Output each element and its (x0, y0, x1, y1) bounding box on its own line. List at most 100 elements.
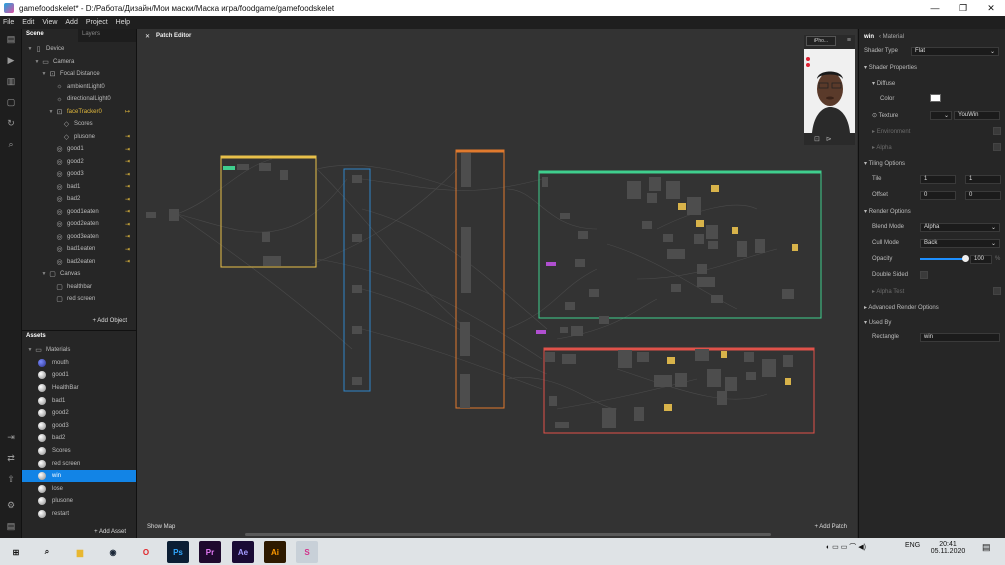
patch-link-icon[interactable]: ⇥ (125, 196, 130, 203)
patch-node[interactable] (560, 327, 568, 333)
send-to-device-icon[interactable]: ⇄ (0, 448, 22, 469)
patch-node[interactable] (536, 330, 546, 334)
scene-tree-item[interactable]: ◎ good3 ⇥ (22, 168, 136, 181)
patch-node[interactable] (755, 239, 765, 253)
patch-node[interactable] (711, 185, 719, 192)
language-indicator[interactable]: ENG (905, 542, 920, 549)
environment-checkbox[interactable] (993, 127, 1001, 135)
patch-node[interactable] (746, 372, 756, 380)
patch-editor[interactable]: ✕ Patch Editor Show Map + Add Patch (137, 29, 857, 538)
scene-tree-item[interactable]: ▼ ▢ Canvas (22, 268, 136, 281)
patch-node[interactable] (549, 396, 557, 406)
scene-tree-item[interactable]: ◎ good3eaten ⇥ (22, 231, 136, 244)
patch-node[interactable] (546, 262, 556, 266)
patch-node[interactable] (461, 227, 471, 261)
scene-tree-item[interactable]: ▢ healthbar (22, 281, 136, 294)
patch-node[interactable] (542, 177, 548, 187)
patch-graph[interactable] (137, 29, 857, 538)
render-options-section[interactable]: ▾ Render Options (864, 208, 911, 215)
menu-icon[interactable]: ≡ (847, 37, 851, 44)
panel-toggle-icon[interactable]: ▤ (0, 516, 22, 537)
opera-icon[interactable]: O (135, 541, 157, 563)
patch-node[interactable] (571, 326, 583, 336)
scene-tree-item[interactable]: ◎ bad2eaten ⇥ (22, 256, 136, 269)
chevron-down-icon[interactable]: ▼ (33, 59, 41, 65)
asset-item[interactable]: plusone (22, 495, 136, 508)
patch-node[interactable] (711, 295, 723, 303)
search-icon[interactable]: ⌕ (36, 541, 58, 563)
patch-node[interactable] (664, 404, 672, 411)
scene-tree-item[interactable]: ▼ ▯ Device (22, 43, 136, 56)
add-asset-button[interactable]: + Add Asset (94, 529, 126, 535)
texture-select[interactable]: YouWin (954, 110, 1000, 120)
patch-node[interactable] (694, 234, 704, 244)
patch-node[interactable] (792, 244, 798, 251)
add-object-button[interactable]: + Add Object (22, 314, 137, 328)
scene-tree-item[interactable]: ◎ bad2 ⇥ (22, 193, 136, 206)
show-map-button[interactable]: Show Map (147, 524, 175, 530)
patch-node[interactable] (545, 352, 555, 362)
patch-node[interactable] (263, 256, 281, 266)
tab-layers[interactable]: Layers (78, 29, 104, 42)
patch-node[interactable] (744, 352, 754, 362)
alpha-test-section[interactable]: ▸ Alpha Test (872, 288, 904, 295)
patch-node[interactable] (725, 377, 737, 391)
scene-tree-item[interactable]: ▼ ⊡ faceTracker0 ↦ (22, 106, 136, 119)
horizontal-scrollbar[interactable] (245, 533, 771, 536)
patch-node[interactable] (678, 203, 686, 210)
patch-link-icon[interactable]: ⇥ (125, 258, 130, 265)
scene-tree-item[interactable]: ◇ Scores (22, 118, 136, 131)
spark-ar-icon[interactable]: S (296, 541, 318, 563)
shader-type-select[interactable]: Flat ⌄ (911, 46, 999, 56)
menu-add[interactable]: Add (65, 19, 77, 26)
patch-link-icon[interactable]: ⇥ (125, 171, 130, 178)
patch-node[interactable] (783, 355, 793, 367)
device-select[interactable]: iPho... (806, 36, 836, 46)
steam-icon[interactable]: ◉ (102, 541, 124, 563)
maximize-button[interactable]: ❐ (949, 0, 977, 16)
scene-tree-item[interactable]: ◎ bad1eaten ⇥ (22, 243, 136, 256)
patch-node[interactable] (578, 231, 588, 239)
simulator-icon[interactable]: ▥ (0, 71, 22, 92)
scene-tree-item[interactable]: ☼ directionalLight0 (22, 93, 136, 106)
patch-node[interactable] (732, 227, 738, 234)
patch-node[interactable] (782, 289, 794, 299)
preview-controls[interactable]: ⊡⊳ (814, 135, 838, 143)
patch-node[interactable] (460, 322, 470, 356)
diffuse-section[interactable]: ▾ Diffuse (872, 80, 895, 87)
offset-x-input[interactable]: 0 (920, 190, 956, 200)
patch-node[interactable] (461, 153, 471, 187)
patch-node[interactable] (634, 407, 644, 421)
patch-node[interactable] (697, 277, 715, 287)
start-icon[interactable]: ⊞ (5, 541, 27, 563)
minimize-button[interactable]: — (921, 0, 949, 16)
advanced-render-section[interactable]: ▸ Advanced Render Options (864, 304, 939, 311)
shader-properties-section[interactable]: ▾ Shader Properties (864, 64, 917, 71)
patch-node[interactable] (737, 241, 747, 257)
patch-node[interactable] (697, 264, 707, 274)
scene-tree-item[interactable]: ◎ bad1 ⇥ (22, 181, 136, 194)
asset-item[interactable]: bad1 (22, 394, 136, 407)
patch-node[interactable] (706, 225, 718, 239)
opacity-slider[interactable] (920, 255, 969, 262)
patch-node[interactable] (721, 351, 727, 358)
patch-node[interactable] (352, 234, 362, 242)
texture-thumbnail[interactable]: ⌄ (930, 110, 952, 120)
materials-folder[interactable]: ▼ ▭ Materials (22, 344, 136, 357)
patch-node[interactable] (649, 177, 661, 191)
patch-link-icon[interactable]: ⇥ (125, 208, 130, 215)
add-patch-button[interactable]: + Add Patch (814, 524, 847, 530)
patch-node[interactable] (555, 422, 569, 428)
cull-mode-select[interactable]: Back ⌄ (920, 238, 1000, 248)
close-button[interactable]: ✕ (977, 0, 1005, 16)
patch-node[interactable] (717, 391, 727, 405)
patch-link-icon[interactable]: ⇥ (125, 183, 130, 190)
patch-node[interactable] (602, 408, 616, 428)
video-icon[interactable]: ▶ (0, 50, 22, 71)
patch-node[interactable] (259, 163, 271, 171)
patch-group[interactable] (343, 168, 371, 392)
clock-date[interactable]: 05.11.2020 (928, 548, 968, 555)
file-explorer-icon[interactable]: ▆ (69, 541, 91, 563)
patch-node[interactable] (671, 284, 681, 292)
chevron-down-icon[interactable]: ▼ (40, 271, 48, 277)
